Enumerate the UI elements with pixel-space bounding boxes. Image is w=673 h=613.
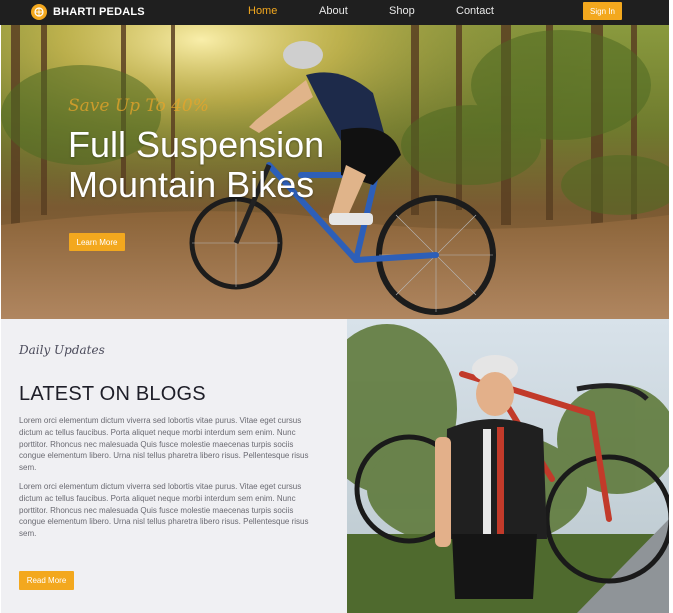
nav-link-contact[interactable]: Contact: [456, 5, 494, 17]
blog-section: Daily Updates LATEST ON BLOGS Lorem orci…: [1, 319, 347, 613]
bicycle-logo-icon: [31, 4, 47, 20]
cyclist-carrying-bike-image: [347, 319, 669, 613]
blog-paragraph-2: Lorem orci elementum dictum viverra sed …: [19, 482, 309, 539]
blog-kicker: Daily Updates: [19, 343, 105, 357]
nav-link-home[interactable]: Home: [248, 5, 277, 17]
nav-link-shop[interactable]: Shop: [389, 5, 415, 17]
hero-tagline: Save Up To 40%: [68, 96, 209, 116]
brand[interactable]: BHARTI PEDALS: [31, 3, 145, 21]
brand-name: BHARTI PEDALS: [53, 6, 145, 18]
read-more-button[interactable]: Read More: [19, 571, 74, 590]
navbar: BHARTI PEDALS Home About Shop Contact Si…: [0, 0, 669, 25]
blog-paragraph-1: Lorem orci elementum dictum viverra sed …: [19, 416, 309, 473]
sign-in-button[interactable]: Sign In: [583, 2, 622, 20]
hero-title-line-1: Full Suspension: [68, 124, 325, 165]
hero-title: Full Suspension Mountain Bikes: [68, 125, 324, 205]
blog-heading: LATEST ON BLOGS: [19, 383, 206, 405]
hero-banner: Save Up To 40% Full Suspension Mountain …: [1, 25, 669, 319]
nav-link-about[interactable]: About: [319, 5, 348, 17]
learn-more-button[interactable]: Learn More: [69, 233, 125, 251]
hero-title-line-2: Mountain Bikes: [68, 164, 315, 205]
